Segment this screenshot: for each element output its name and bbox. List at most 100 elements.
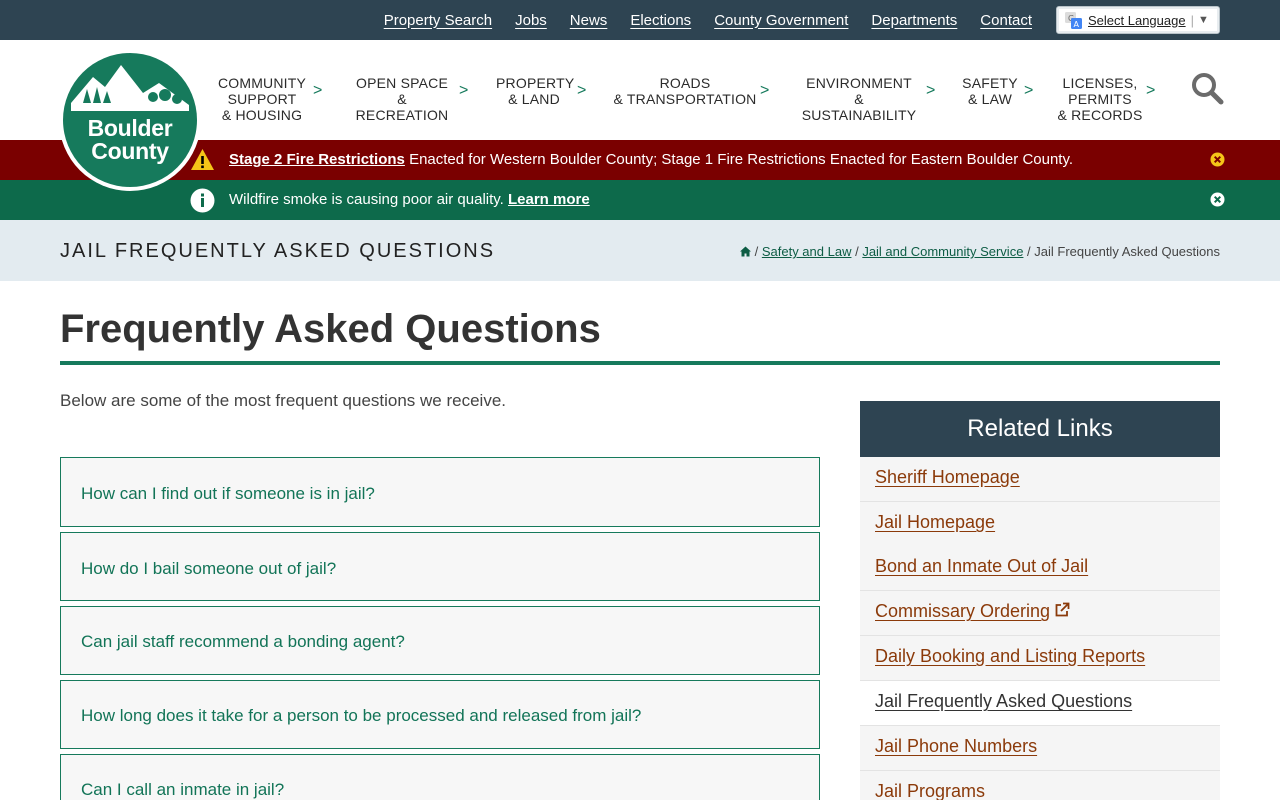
site-header: Boulder County COMMUNITY SUPPORT & HOUSI… (0, 40, 1280, 191)
list-item: Sheriff Homepage (860, 457, 1220, 502)
breadcrumb-safety-and-law[interactable]: Safety and Law (762, 244, 852, 259)
related-link-commissary-ordering[interactable]: Commissary Ordering (875, 601, 1070, 622)
breadcrumb: / Safety and Law / Jail and Community Se… (740, 220, 1220, 283)
fire-restrictions-link[interactable]: Stage 2 Fire Restrictions (229, 151, 405, 168)
related-link-jail-programs[interactable]: Jail Programs (875, 781, 985, 800)
logo-text-line2: County (91, 138, 169, 164)
utility-link-departments[interactable]: Departments (871, 12, 957, 29)
faq-question: How do I bail someone out of jail? (81, 559, 337, 578)
utility-nav: Property Search Jobs News Elections Coun… (384, 0, 1032, 40)
nav-label-line: & RECREATION (355, 91, 449, 123)
nav-label-line: LICENSES, (1062, 75, 1138, 91)
nav-roads-transportation[interactable]: ROADS & TRANSPORTATION (613, 75, 757, 107)
close-icon[interactable] (1210, 152, 1225, 167)
page-title: Frequently Asked Questions (60, 307, 601, 351)
nav-open-space-recreation[interactable]: OPEN SPACE & RECREATION (350, 75, 454, 123)
logo-circle: Boulder County (63, 53, 197, 187)
breadcrumb-jail-and-community-service[interactable]: Jail and Community Service (862, 244, 1023, 259)
list-item-current: Jail Frequently Asked Questions (860, 681, 1220, 726)
related-link-label: Commissary Ordering (875, 601, 1051, 621)
faq-question: How can I find out if someone is in jail… (81, 484, 375, 503)
utility-link-contact[interactable]: Contact (980, 12, 1032, 29)
svg-text:A: A (1074, 20, 1080, 29)
breadcrumb-separator: / (751, 244, 762, 259)
section-title: JAIL FREQUENTLY ASKED QUESTIONS (60, 240, 496, 262)
nav-property-land[interactable]: PROPERTY & LAND (496, 75, 575, 107)
list-item: Daily Booking and Listing Reports (860, 636, 1220, 681)
search-icon[interactable] (1190, 71, 1224, 105)
utility-link-elections[interactable]: Elections (630, 12, 691, 29)
related-link-jail-homepage[interactable]: Jail Homepage (875, 512, 995, 533)
related-link-jail-faq-current[interactable]: Jail Frequently Asked Questions (875, 691, 1132, 712)
list-item: Jail Homepage (860, 502, 1220, 547)
nav-label-line: PROPERTY (496, 75, 575, 91)
chevron-right-icon: > (760, 82, 770, 99)
utility-link-property-search[interactable]: Property Search (384, 12, 492, 29)
related-link-sheriff-homepage[interactable]: Sheriff Homepage (875, 467, 1020, 488)
list-item: Jail Programs (860, 771, 1220, 800)
related-link-daily-booking-reports[interactable]: Daily Booking and Listing Reports (875, 646, 1145, 667)
title-divider (60, 361, 1220, 365)
nav-environment-sustainability[interactable]: ENVIRONMENT & SUSTAINABILITY (796, 75, 922, 123)
nav-label-line: & RECORDS (1057, 107, 1143, 123)
info-icon (190, 188, 215, 213)
learn-more-link[interactable]: Learn more (508, 191, 590, 208)
faq-item[interactable]: Can I call an inmate in jail? (60, 754, 820, 800)
nav-label-line: & LAND (508, 91, 560, 107)
nav-label-line: & TRANSPORTATION (613, 91, 757, 107)
utility-link-jobs[interactable]: Jobs (515, 12, 547, 29)
related-link-bond-inmate[interactable]: Bond an Inmate Out of Jail (875, 556, 1088, 577)
smoke-alert-body: Wildfire smoke is causing poor air quali… (229, 191, 508, 208)
page-header-band: JAIL FREQUENTLY ASKED QUESTIONS / Safety… (0, 220, 1280, 281)
language-select[interactable]: G A Select Language | ▼ (1056, 6, 1220, 34)
utility-link-county-government[interactable]: County Government (714, 12, 848, 29)
faq-question: Can jail staff recommend a bonding agent… (81, 632, 405, 651)
nav-label-line: PERMITS (1068, 91, 1132, 107)
chevron-right-icon: > (459, 82, 469, 99)
related-link-jail-phone-numbers[interactable]: Jail Phone Numbers (875, 736, 1037, 757)
dropdown-arrow-icon: ▼ (1197, 14, 1209, 26)
translate-icon: G A (1065, 11, 1082, 29)
home-icon[interactable] (740, 246, 751, 257)
faq-item[interactable]: How can I find out if someone is in jail… (60, 457, 820, 527)
list-item: Jail Phone Numbers (860, 726, 1220, 771)
nav-licenses-permits-records[interactable]: LICENSES, PERMITS & RECORDS (1057, 75, 1143, 123)
boulder-county-logo[interactable]: Boulder County (59, 49, 201, 191)
breadcrumb-current: Jail Frequently Asked Questions (1034, 244, 1220, 259)
language-divider: | (1190, 12, 1194, 28)
faq-question: How long does it take for a person to be… (81, 706, 642, 725)
related-links-heading: Related Links (860, 401, 1220, 457)
nav-label-line: OPEN SPACE (356, 75, 448, 91)
language-label: Select Language (1088, 12, 1186, 28)
intro-text: Below are some of the most frequent ques… (60, 391, 507, 410)
nav-label-line: ROADS (659, 75, 711, 91)
faq-item[interactable]: How long does it take for a person to be… (60, 680, 820, 749)
list-item: Bond an Inmate Out of Jail (860, 546, 1220, 591)
chevron-right-icon: > (1024, 82, 1034, 99)
chevron-right-icon: > (926, 82, 936, 99)
breadcrumb-separator: / (1023, 244, 1035, 259)
breadcrumb-separator: / (851, 244, 863, 259)
fire-alert-body: Enacted for Western Boulder County; Stag… (404, 151, 1074, 168)
faq-item[interactable]: How do I bail someone out of jail? (60, 532, 820, 601)
nav-label-line: SUPPORT (227, 91, 297, 107)
nav-label-line: SAFETY (962, 75, 1018, 91)
nav-community-support-housing[interactable]: COMMUNITY SUPPORT & HOUSING (217, 75, 307, 123)
fire-alert-text: Stage 2 Fire Restrictions Enacted for We… (229, 140, 1073, 180)
faq-item[interactable]: Can jail staff recommend a bonding agent… (60, 606, 820, 675)
chevron-right-icon: > (313, 82, 323, 99)
nav-label-line: & HOUSING (221, 107, 303, 123)
chevron-right-icon: > (577, 82, 587, 99)
utility-link-news[interactable]: News (570, 12, 608, 29)
close-icon[interactable] (1210, 192, 1225, 207)
chevron-right-icon: > (1146, 82, 1156, 99)
top-utility-bar: Property Search Jobs News Elections Coun… (0, 0, 1280, 40)
nav-safety-law[interactable]: SAFETY & LAW (961, 75, 1019, 107)
nav-label-line: & SUSTAINABILITY (801, 91, 917, 123)
faq-question: Can I call an inmate in jail? (81, 780, 285, 799)
list-item: Commissary Ordering (860, 591, 1220, 636)
external-link-icon (1055, 602, 1070, 617)
smoke-alert-text: Wildfire smoke is causing poor air quali… (229, 180, 590, 220)
nav-label-line: COMMUNITY (217, 75, 307, 91)
nav-label-line: & LAW (967, 91, 1013, 107)
